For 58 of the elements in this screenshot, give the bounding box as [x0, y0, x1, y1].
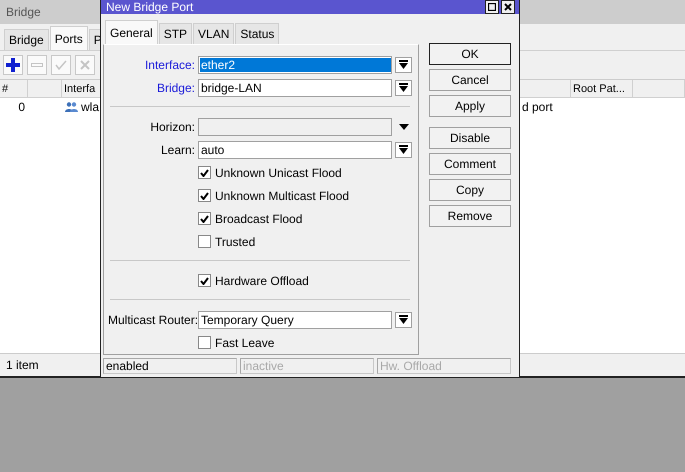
tab[interactable]: Status — [235, 23, 280, 44]
table-cell-text: 0 — [17, 98, 26, 115]
dropdown-arrow-icon — [399, 315, 408, 324]
dialog-button[interactable]: Comment — [429, 153, 511, 175]
field-label: Multicast Router: — [108, 312, 195, 326]
checkbox-label: Unknown Unicast Flood — [215, 166, 342, 180]
down-triangle-icon — [398, 124, 408, 130]
dropdown-arrow-icon — [399, 83, 408, 92]
tab[interactable]: Bridge — [4, 29, 49, 50]
check-icon — [55, 60, 67, 70]
dropdown-button[interactable] — [395, 312, 412, 328]
dialog-button[interactable]: Remove — [429, 205, 511, 227]
plus-icon — [6, 58, 20, 72]
checkbox-label: Broadcast Flood — [215, 212, 302, 226]
tab[interactable]: VLAN — [193, 23, 234, 44]
cross-icon — [80, 60, 90, 70]
field-label: Interface: — [144, 58, 195, 72]
checkbox[interactable] — [198, 166, 211, 179]
dropdown-button[interactable] — [395, 56, 412, 72]
checkbox-label: Fast Leave — [215, 336, 274, 350]
status-field: inactive — [240, 358, 374, 374]
checkbox-label: Trusted — [215, 234, 256, 248]
dialog-button[interactable]: Cancel — [429, 69, 511, 91]
dropdown-field[interactable]: bridge-LAN — [198, 78, 392, 96]
checkbox[interactable] — [198, 189, 211, 202]
field-label: Learn: — [160, 142, 195, 156]
dropdown-field[interactable]: Temporary Query — [198, 310, 392, 328]
dialog-button[interactable]: Apply — [429, 95, 511, 117]
dropdown-button[interactable] — [395, 80, 412, 96]
tab[interactable]: Ports — [50, 26, 88, 50]
users-icon — [65, 102, 78, 112]
dropdown-arrow-icon — [399, 145, 408, 154]
checkbox[interactable] — [198, 274, 211, 287]
status-field: enabled — [103, 358, 237, 374]
tab[interactable]: General — [105, 20, 158, 44]
checkbox[interactable] — [198, 336, 211, 349]
checkbox-label: Unknown Multicast Flood — [215, 188, 350, 202]
tab[interactable]: STP — [158, 23, 192, 44]
table-cell-text: d port — [521, 98, 554, 115]
dialog-button[interactable]: OK — [429, 43, 511, 65]
minus-icon — [31, 63, 43, 67]
dialog-title: New Bridge Port — [106, 0, 194, 14]
checkbox[interactable] — [198, 212, 211, 225]
maximize-button[interactable] — [485, 0, 499, 14]
dropdown-field[interactable]: ether2 — [198, 56, 392, 74]
close-button[interactable] — [501, 0, 515, 14]
field-label: Horizon: — [149, 120, 195, 134]
toolbar-button[interactable] — [3, 55, 23, 75]
status-field: Hw. Offload — [377, 358, 511, 374]
dialog-button[interactable]: Disable — [429, 127, 511, 149]
dialog-button[interactable]: Copy — [429, 179, 511, 201]
dropdown-button[interactable] — [395, 142, 412, 158]
table-cell: wla — [81, 100, 100, 114]
checkbox[interactable] — [198, 235, 211, 248]
checkbox-label: Hardware Offload — [215, 274, 309, 288]
field-label: Bridge: — [156, 80, 195, 94]
dropdown-arrow-icon — [399, 60, 408, 69]
dropdown-field[interactable]: auto — [198, 140, 392, 158]
